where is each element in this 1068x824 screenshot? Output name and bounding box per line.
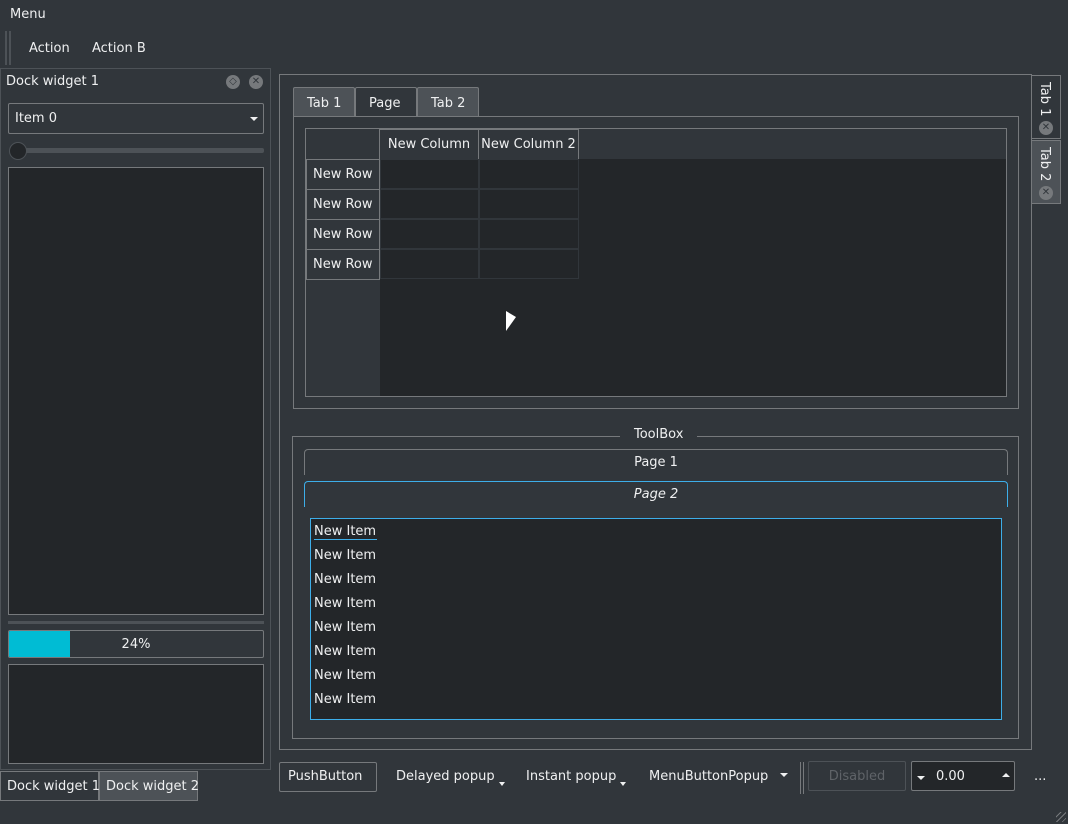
slider-groove[interactable]: [10, 148, 264, 153]
menu-button-popup-label: MenuButtonPopup: [649, 769, 769, 784]
side-tab-2[interactable]: Tab 2 ✕: [1032, 140, 1061, 204]
instant-popup-label: Instant popup: [526, 769, 617, 784]
size-grip[interactable]: [1056, 812, 1066, 822]
column-header[interactable]: New Column: [379, 129, 479, 160]
table-cell[interactable]: [380, 249, 479, 279]
list-item[interactable]: New Item: [314, 620, 376, 635]
toolbox-page-2[interactable]: Page 2: [304, 481, 1008, 507]
menu-button-popup[interactable]: MenuButtonPopup: [649, 769, 768, 784]
action-button[interactable]: Action: [29, 41, 70, 56]
list-item[interactable]: New Item: [314, 524, 377, 540]
delayed-popup-label: Delayed popup: [396, 769, 495, 784]
instant-popup-button[interactable]: Instant popup: [526, 769, 627, 786]
table-cell[interactable]: [479, 249, 579, 279]
spin-up-icon[interactable]: [1002, 773, 1010, 777]
close-icon[interactable]: ✕: [1039, 186, 1053, 200]
text-area[interactable]: [8, 167, 264, 615]
side-tab-label: Tab 1: [1037, 82, 1052, 117]
disabled-button: Disabled: [808, 761, 906, 791]
row-header[interactable]: New Row: [306, 159, 380, 190]
toolbox-page-1[interactable]: Page 1: [304, 449, 1008, 475]
action-b-button[interactable]: Action B: [92, 41, 146, 56]
toolbar-separator: [800, 762, 804, 794]
table-cell[interactable]: [380, 189, 479, 219]
progress-label: 24%: [121, 637, 151, 652]
column-header[interactable]: New Column 2: [478, 129, 579, 160]
table-cell[interactable]: [380, 159, 479, 189]
more-button[interactable]: ...: [1034, 769, 1046, 784]
slider-handle[interactable]: [9, 142, 27, 160]
bottom-tab-dock-2[interactable]: Dock widget 2: [99, 771, 199, 801]
delayed-popup-button[interactable]: Delayed popup: [396, 769, 505, 786]
side-tab-label: Tab 2: [1037, 147, 1052, 182]
spin-down-icon[interactable]: [917, 776, 925, 780]
menu-arrow-icon[interactable]: [780, 773, 788, 777]
spin-value: 0.00: [936, 769, 965, 784]
chevron-down-icon: [250, 117, 258, 121]
list-item[interactable]: New Item: [314, 572, 376, 587]
chevron-down-icon: [620, 782, 627, 786]
list-item[interactable]: New Item: [314, 668, 376, 683]
list-item[interactable]: New Item: [314, 644, 376, 659]
row-header[interactable]: New Row: [306, 189, 380, 220]
list-item[interactable]: New Item: [314, 596, 376, 611]
double-spinbox[interactable]: 0.00: [911, 761, 1015, 791]
table-widget[interactable]: New Column New Column 2 New Row New Row …: [305, 128, 1007, 397]
table-cell[interactable]: [479, 159, 579, 189]
row-header[interactable]: New Row: [306, 219, 380, 250]
float-icon[interactable]: ◇: [226, 75, 240, 89]
table-cell[interactable]: [479, 219, 579, 249]
chevron-down-icon: [498, 782, 505, 786]
progress-bar: 24%: [8, 630, 264, 658]
push-button[interactable]: PushButton: [279, 762, 377, 792]
item-combobox[interactable]: Item 0: [8, 103, 264, 134]
menu-menu[interactable]: Menu: [10, 7, 46, 22]
close-icon[interactable]: ✕: [1039, 121, 1053, 135]
bottom-tab-dock-1[interactable]: Dock widget 1: [0, 771, 100, 801]
table-cell[interactable]: [380, 219, 479, 249]
splitter-handle[interactable]: [8, 621, 264, 624]
close-icon[interactable]: ✕: [249, 75, 263, 89]
row-header[interactable]: New Row: [306, 249, 380, 280]
text-area-2[interactable]: [8, 664, 264, 764]
combo-value: Item 0: [15, 111, 57, 126]
tab-2[interactable]: Tab 2: [417, 87, 479, 117]
mouse-cursor: [506, 311, 516, 331]
toolbar-handle[interactable]: [5, 31, 11, 65]
tab-page[interactable]: Page: [355, 87, 417, 117]
list-item[interactable]: New Item: [314, 548, 376, 563]
item-list[interactable]: [310, 518, 1002, 720]
toolbox-title: ToolBox: [620, 427, 698, 442]
table-cell[interactable]: [479, 189, 579, 219]
side-tab-1[interactable]: Tab 1 ✕: [1032, 75, 1061, 139]
list-item[interactable]: New Item: [314, 692, 376, 707]
dock-title: Dock widget 1: [6, 74, 100, 89]
tab-1[interactable]: Tab 1: [293, 87, 355, 117]
